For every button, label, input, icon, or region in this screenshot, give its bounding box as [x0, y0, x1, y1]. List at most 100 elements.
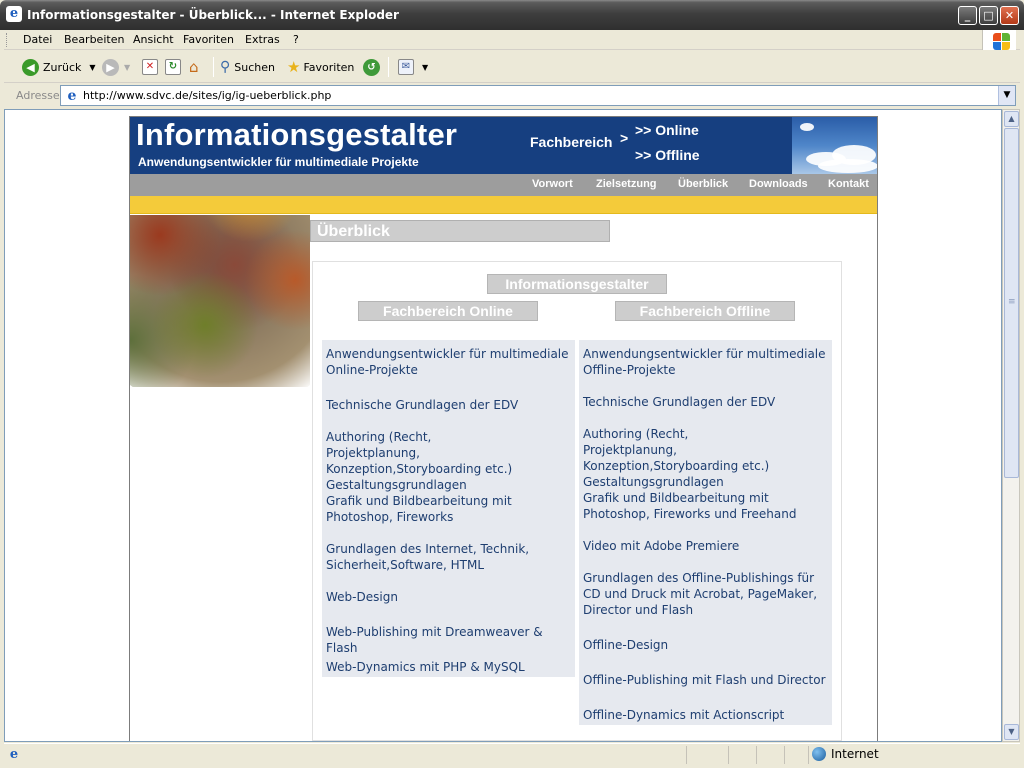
refresh-icon: ↻: [165, 59, 181, 75]
nav-downloads[interactable]: Downloads: [749, 178, 808, 190]
list-item[interactable]: Technische Grundlagen der EDV: [326, 397, 571, 413]
history-button[interactable]: ↺: [363, 56, 380, 78]
close-button[interactable]: ✕: [1000, 6, 1019, 25]
scroll-down-icon[interactable]: ▼: [1004, 724, 1019, 740]
nav-zielsetzung[interactable]: Zielsetzung: [596, 178, 657, 190]
security-zone[interactable]: Internet: [812, 747, 879, 761]
title-bar[interactable]: e Informationsgestalter - Überblick... -…: [0, 0, 1024, 30]
stop-button[interactable]: ✕: [142, 56, 158, 78]
page-heading: Überblick: [310, 220, 610, 242]
menu-help[interactable]: ?: [293, 33, 299, 46]
list-item[interactable]: Authoring (Recht, Projektplanung, Konzep…: [583, 426, 783, 490]
back-arrow-icon: ◀: [22, 58, 39, 76]
informationsgestalter-button[interactable]: Informationsgestalter: [487, 274, 667, 294]
list-item[interactable]: Web-Dynamics mit PHP & MySQL: [326, 659, 571, 675]
link-online[interactable]: >> Online: [635, 122, 699, 138]
favorites-star-icon: ★: [287, 58, 301, 76]
address-input[interactable]: e http://www.sdvc.de/sites/ig/ig-ueberbl…: [60, 85, 1016, 106]
page-ie-icon: e: [67, 88, 77, 104]
site-title: Informationsgestalter: [136, 117, 458, 152]
status-cell: [728, 746, 756, 764]
status-cell: [686, 746, 728, 764]
autumn-leaves-image: [130, 215, 310, 387]
nav-kontakt[interactable]: Kontakt: [828, 178, 869, 190]
online-column: Anwendungsentwickler für multimediale On…: [322, 340, 575, 677]
menu-favoriten[interactable]: Favoriten: [183, 33, 234, 46]
stop-icon: ✕: [142, 59, 158, 75]
search-icon: ⚲: [220, 59, 231, 75]
status-cell: [784, 746, 808, 764]
favorites-label: Favoriten: [303, 60, 355, 74]
status-page-icon: e: [9, 747, 19, 762]
scroll-up-icon[interactable]: ▲: [1004, 111, 1019, 127]
menu-ansicht[interactable]: Ansicht: [133, 33, 174, 46]
search-button[interactable]: ⚲ Suchen: [220, 56, 275, 78]
list-item[interactable]: Offline-Design: [583, 637, 828, 653]
menu-bar: Datei Bearbeiten Ansicht Favoriten Extra…: [4, 30, 1020, 50]
fachbereich-label: Fachbereich: [530, 134, 612, 150]
status-cell: [756, 746, 784, 764]
list-item[interactable]: Web-Design: [326, 589, 571, 605]
ie-app-icon[interactable]: e: [6, 6, 22, 22]
list-item[interactable]: Offline-Dynamics mit Actionscript: [583, 707, 828, 723]
address-dropdown-icon[interactable]: ▼: [998, 86, 1015, 105]
list-item[interactable]: Video mit Adobe Premiere: [583, 538, 828, 554]
standard-toolbar: ◀ Zurück ▼ ▶ ▼ ✕ ↻ ⌂ ⚲ Suchen ★ Favorite…: [4, 51, 1020, 83]
forward-arrow-icon: ▶: [102, 58, 119, 76]
home-icon: ⌂: [189, 58, 199, 76]
list-item[interactable]: Web-Publishing mit Dreamweaver & Flash: [326, 624, 575, 656]
minimize-button[interactable]: _: [958, 6, 977, 25]
site-subtitle: Anwendungsentwickler für multimediale Pr…: [138, 155, 419, 169]
refresh-button[interactable]: ↻: [165, 56, 181, 78]
back-label: Zurück: [43, 60, 82, 74]
toolbar-separator: [213, 57, 214, 77]
list-item[interactable]: Grundlagen des Internet, Technik, Sicher…: [326, 541, 541, 573]
nav-ueberblick[interactable]: Überblick: [678, 178, 728, 190]
fachbereich-offline-button[interactable]: Fachbereich Offline: [615, 301, 795, 321]
list-item[interactable]: Technische Grundlagen der EDV: [583, 394, 828, 410]
forward-dropdown-icon[interactable]: ▼: [124, 63, 130, 72]
menu-extras[interactable]: Extras: [245, 33, 280, 46]
mail-dropdown-icon[interactable]: ▼: [422, 63, 428, 72]
status-bar: e Internet: [4, 743, 1020, 765]
favorites-button[interactable]: ★ Favoriten: [287, 56, 354, 78]
page-heading-text: Überblick: [317, 223, 390, 240]
list-item[interactable]: Offline-Publishing mit Flash und Directo…: [583, 672, 828, 688]
list-item[interactable]: Anwendungsentwickler für multimediale Of…: [583, 346, 828, 378]
mail-icon: ✉: [398, 59, 414, 75]
page-container: Informationsgestalter Anwendungsentwickl…: [129, 116, 878, 741]
address-url[interactable]: http://www.sdvc.de/sites/ig/ig-ueberblic…: [83, 89, 331, 102]
list-item[interactable]: Grundlagen des Offline-Publishings für C…: [583, 570, 828, 618]
fachbereich-text: Fachbereich: [530, 134, 613, 150]
site-banner: Informationsgestalter Anwendungsentwickl…: [130, 117, 877, 174]
menu-datei[interactable]: Datei: [23, 33, 52, 46]
forward-button[interactable]: ▶ ▼: [102, 56, 130, 78]
nav-vorwort[interactable]: Vorwort: [532, 178, 573, 190]
zone-label: Internet: [831, 747, 879, 761]
mail-button[interactable]: ✉ ▼: [398, 56, 428, 78]
list-item[interactable]: Grafik und Bildbearbeitung mit Photoshop…: [583, 490, 828, 522]
browser-viewport: Informationsgestalter Anwendungsentwickl…: [4, 109, 1002, 742]
fachbereich-arrow: >: [620, 130, 629, 146]
back-button[interactable]: ◀ Zurück ▼: [22, 56, 96, 78]
scroll-thumb[interactable]: [1004, 128, 1019, 478]
list-item[interactable]: Grafik und Bildbearbeitung mit Photoshop…: [326, 493, 571, 525]
window-title: Informationsgestalter - Überblick... - I…: [27, 8, 399, 22]
home-button[interactable]: ⌂: [189, 56, 199, 78]
menu-bearbeiten[interactable]: Bearbeiten: [64, 33, 124, 46]
back-dropdown-icon[interactable]: ▼: [89, 63, 95, 72]
list-item[interactable]: Anwendungsentwickler für multimediale On…: [326, 346, 571, 378]
windows-logo-icon: [982, 30, 1016, 50]
address-bar: Adresse e http://www.sdvc.de/sites/ig/ig…: [4, 84, 1020, 108]
fachbereich-online-button[interactable]: Fachbereich Online: [358, 301, 538, 321]
maximize-button[interactable]: □: [979, 6, 998, 25]
list-item[interactable]: Authoring (Recht, Projektplanung, Konzep…: [326, 429, 526, 493]
vertical-scrollbar[interactable]: ▲ ▼: [1002, 109, 1020, 742]
overview-panel: Informationsgestalter Fachbereich Online…: [312, 261, 842, 741]
accent-stripe: [130, 196, 877, 214]
offline-column: Anwendungsentwickler für multimediale Of…: [579, 340, 832, 725]
search-label: Suchen: [234, 60, 275, 74]
menu-grip[interactable]: [6, 33, 9, 47]
site-nav: Vorwort Zielsetzung Überblick Downloads …: [130, 174, 877, 196]
link-offline[interactable]: >> Offline: [635, 147, 700, 163]
